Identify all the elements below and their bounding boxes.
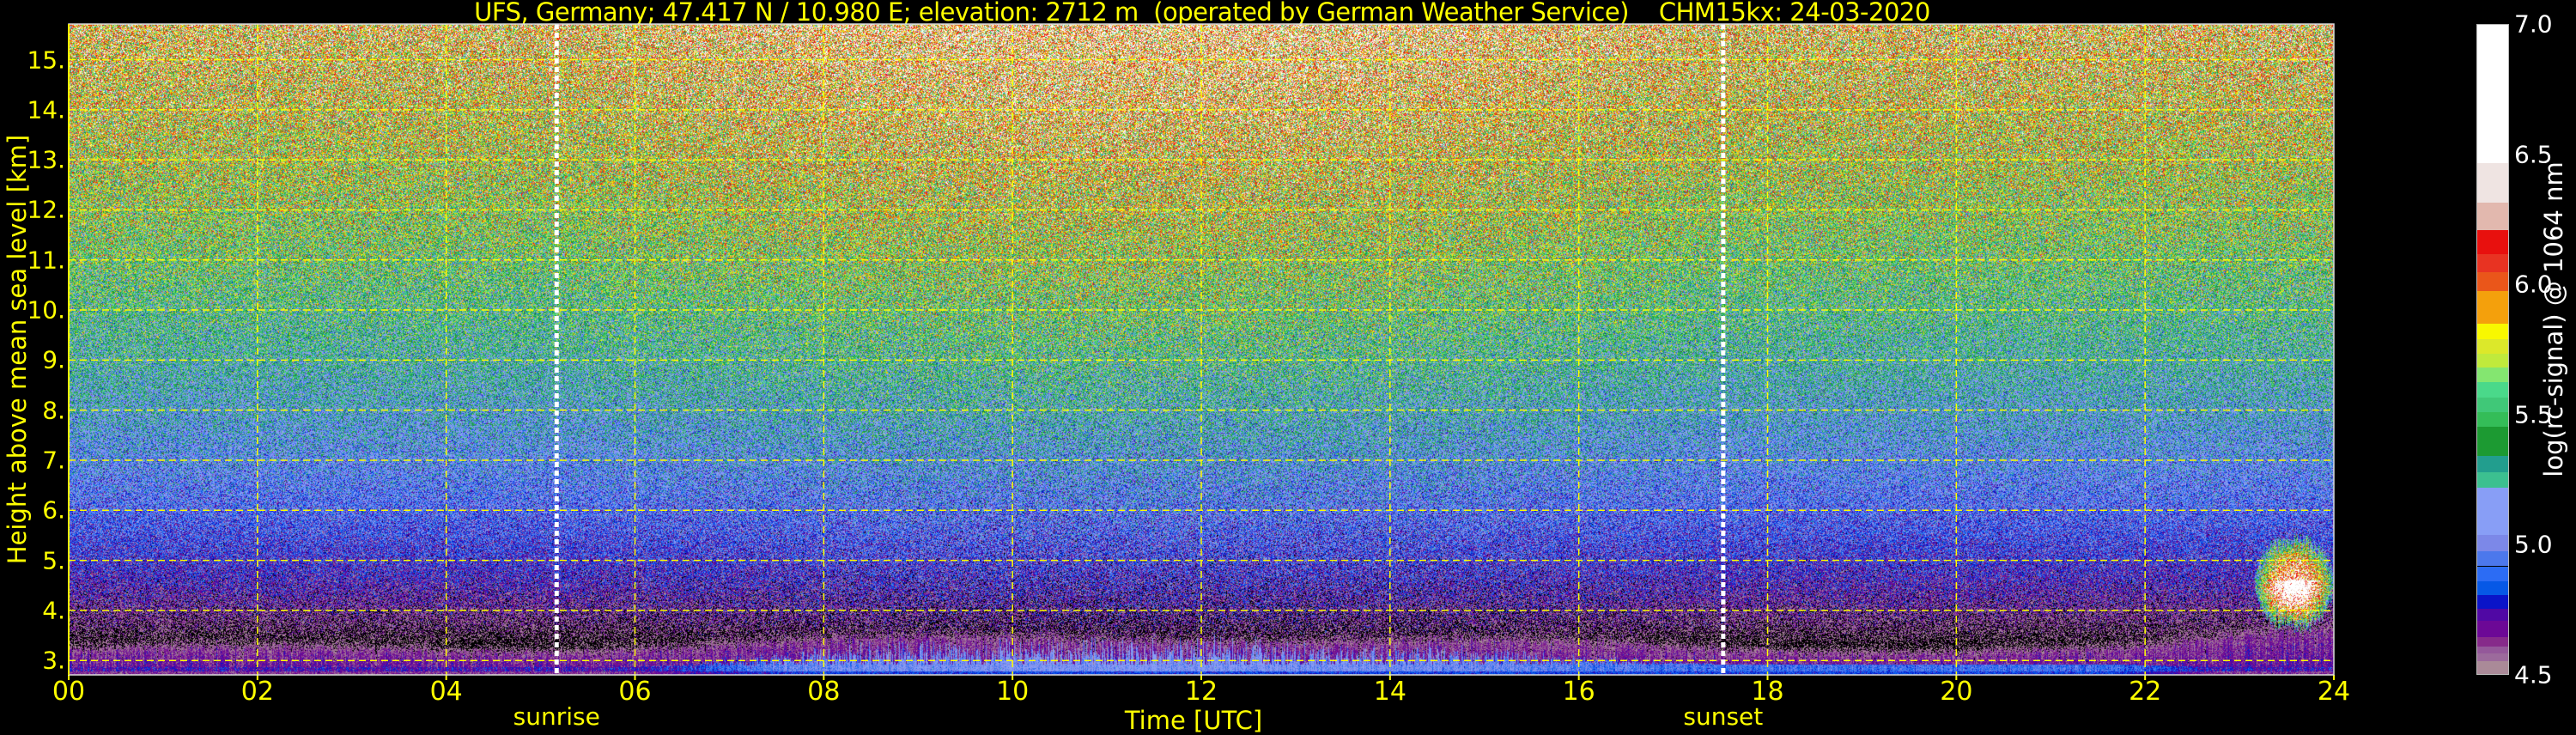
colorbar-level [2477,660,2508,674]
colorbar-level [2477,229,2508,254]
colorbar-level [2477,471,2508,488]
x-axis-label: Time [UTC] [1124,706,1263,735]
x-tick-label: 20 [1940,677,1973,707]
y-tick-label: 12. [27,195,65,224]
colorbar-level [2477,290,2508,324]
colorbar-level [2477,397,2508,412]
x-tick-label: 10 [996,677,1030,707]
x-tick-label: 02 [240,677,274,707]
colorbar-tick-label: 7.0 [2514,9,2553,39]
y-tick-label: 10. [27,295,65,325]
colorbar-level [2477,653,2508,661]
colorbar-level [2477,609,2508,621]
x-tick-label: 16 [1562,677,1595,707]
x-tick-label: 00 [52,677,86,707]
colorbar-level [2477,595,2508,610]
y-tick-label: 9. [42,345,65,374]
y-tick-label: 11. [27,246,65,275]
x-tick-label: 06 [618,677,652,707]
colorbar-tick-label: 4.5 [2514,660,2553,689]
y-tick-label: 3. [42,646,65,675]
heatmap-canvas [69,24,2334,675]
y-tick-label: 15. [27,46,65,74]
colorbar-level [2477,455,2508,472]
colorbar-level [2477,368,2508,383]
backscatter-heatmap [69,24,2334,675]
colorbar-level [2477,253,2508,273]
colorbar-level [2477,646,2508,653]
y-tick-label: 13. [27,145,65,174]
y-tick-label: 6. [42,495,65,525]
colorbar-level [2477,427,2508,456]
y-tick-label: 8. [42,396,65,425]
colorbar [2476,24,2509,675]
sunset-label: sunset [1683,702,1764,731]
x-tick-label: 24 [2317,677,2351,707]
colorbar-level [2477,353,2508,368]
x-tick-label: 08 [807,677,841,707]
colorbar-level [2477,411,2508,428]
chart-title: UFS, Germany; 47.417 N / 10.980 E; eleva… [474,0,1930,27]
y-tick-label: 14. [27,95,65,125]
sunrise-label: sunrise [513,702,600,731]
colorbar-level [2477,620,2508,637]
colorbar-level [2477,534,2508,551]
colorbar-level [2477,382,2508,398]
y-tick-label: 5. [42,546,65,575]
colorbar-tick-label: 5.0 [2514,530,2553,559]
y-tick-label: 7. [42,446,65,475]
x-tick-label: 14 [1373,677,1406,707]
colorbar-level [2477,338,2508,354]
colorbar-level [2477,25,2508,164]
y-axis-label: Height above mean sea level [km] [3,134,32,565]
x-tick-label: 04 [429,677,463,707]
x-tick-label: 12 [1184,677,1218,707]
colorbar-level [2477,487,2508,535]
colorbar-level [2477,272,2508,291]
colorbar-label: log(rc-signal) @ 1064 nm [2539,161,2568,477]
colorbar-level [2477,203,2508,230]
colorbar-level [2477,580,2508,596]
colorbar-level [2477,566,2508,581]
colorbar-level [2477,163,2508,203]
x-tick-label: 22 [2129,677,2162,707]
y-tick-label: 4. [42,596,65,625]
colorbar-level [2477,636,2508,647]
colorbar-level [2477,323,2508,339]
colorbar-level [2477,550,2508,567]
